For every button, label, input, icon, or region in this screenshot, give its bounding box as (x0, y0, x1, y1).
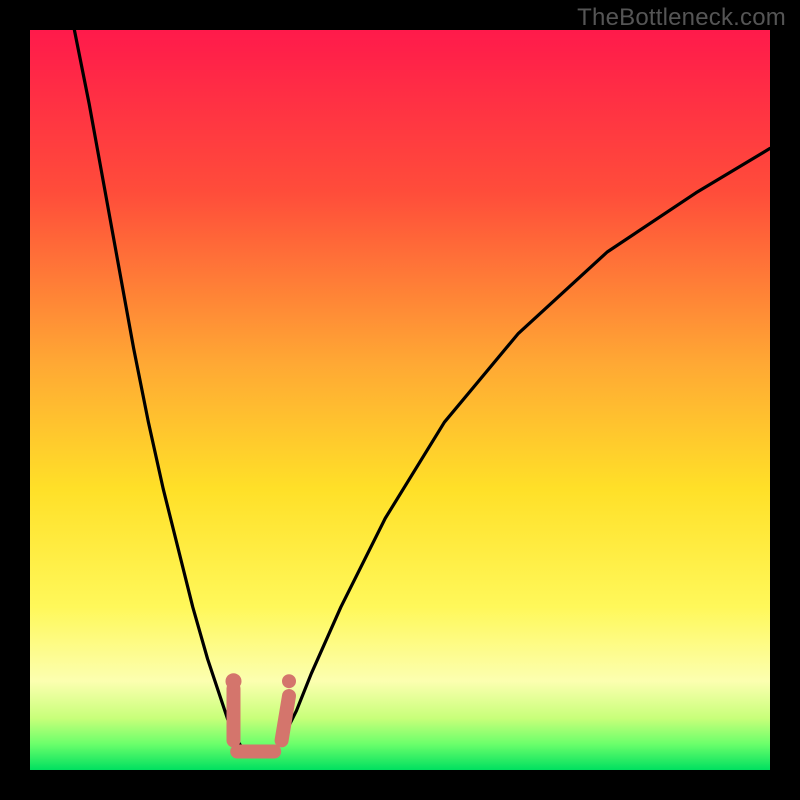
marker-valley-highlight (282, 696, 289, 740)
marker-dot-valley-highlight (226, 673, 242, 689)
app-frame: TheBottleneck.com (0, 0, 800, 800)
chart-background (30, 30, 770, 770)
bottleneck-chart (30, 30, 770, 770)
watermark-text: TheBottleneck.com (577, 4, 786, 32)
chart-plot-area (30, 30, 770, 770)
marker-dot-valley-highlight (282, 674, 296, 688)
